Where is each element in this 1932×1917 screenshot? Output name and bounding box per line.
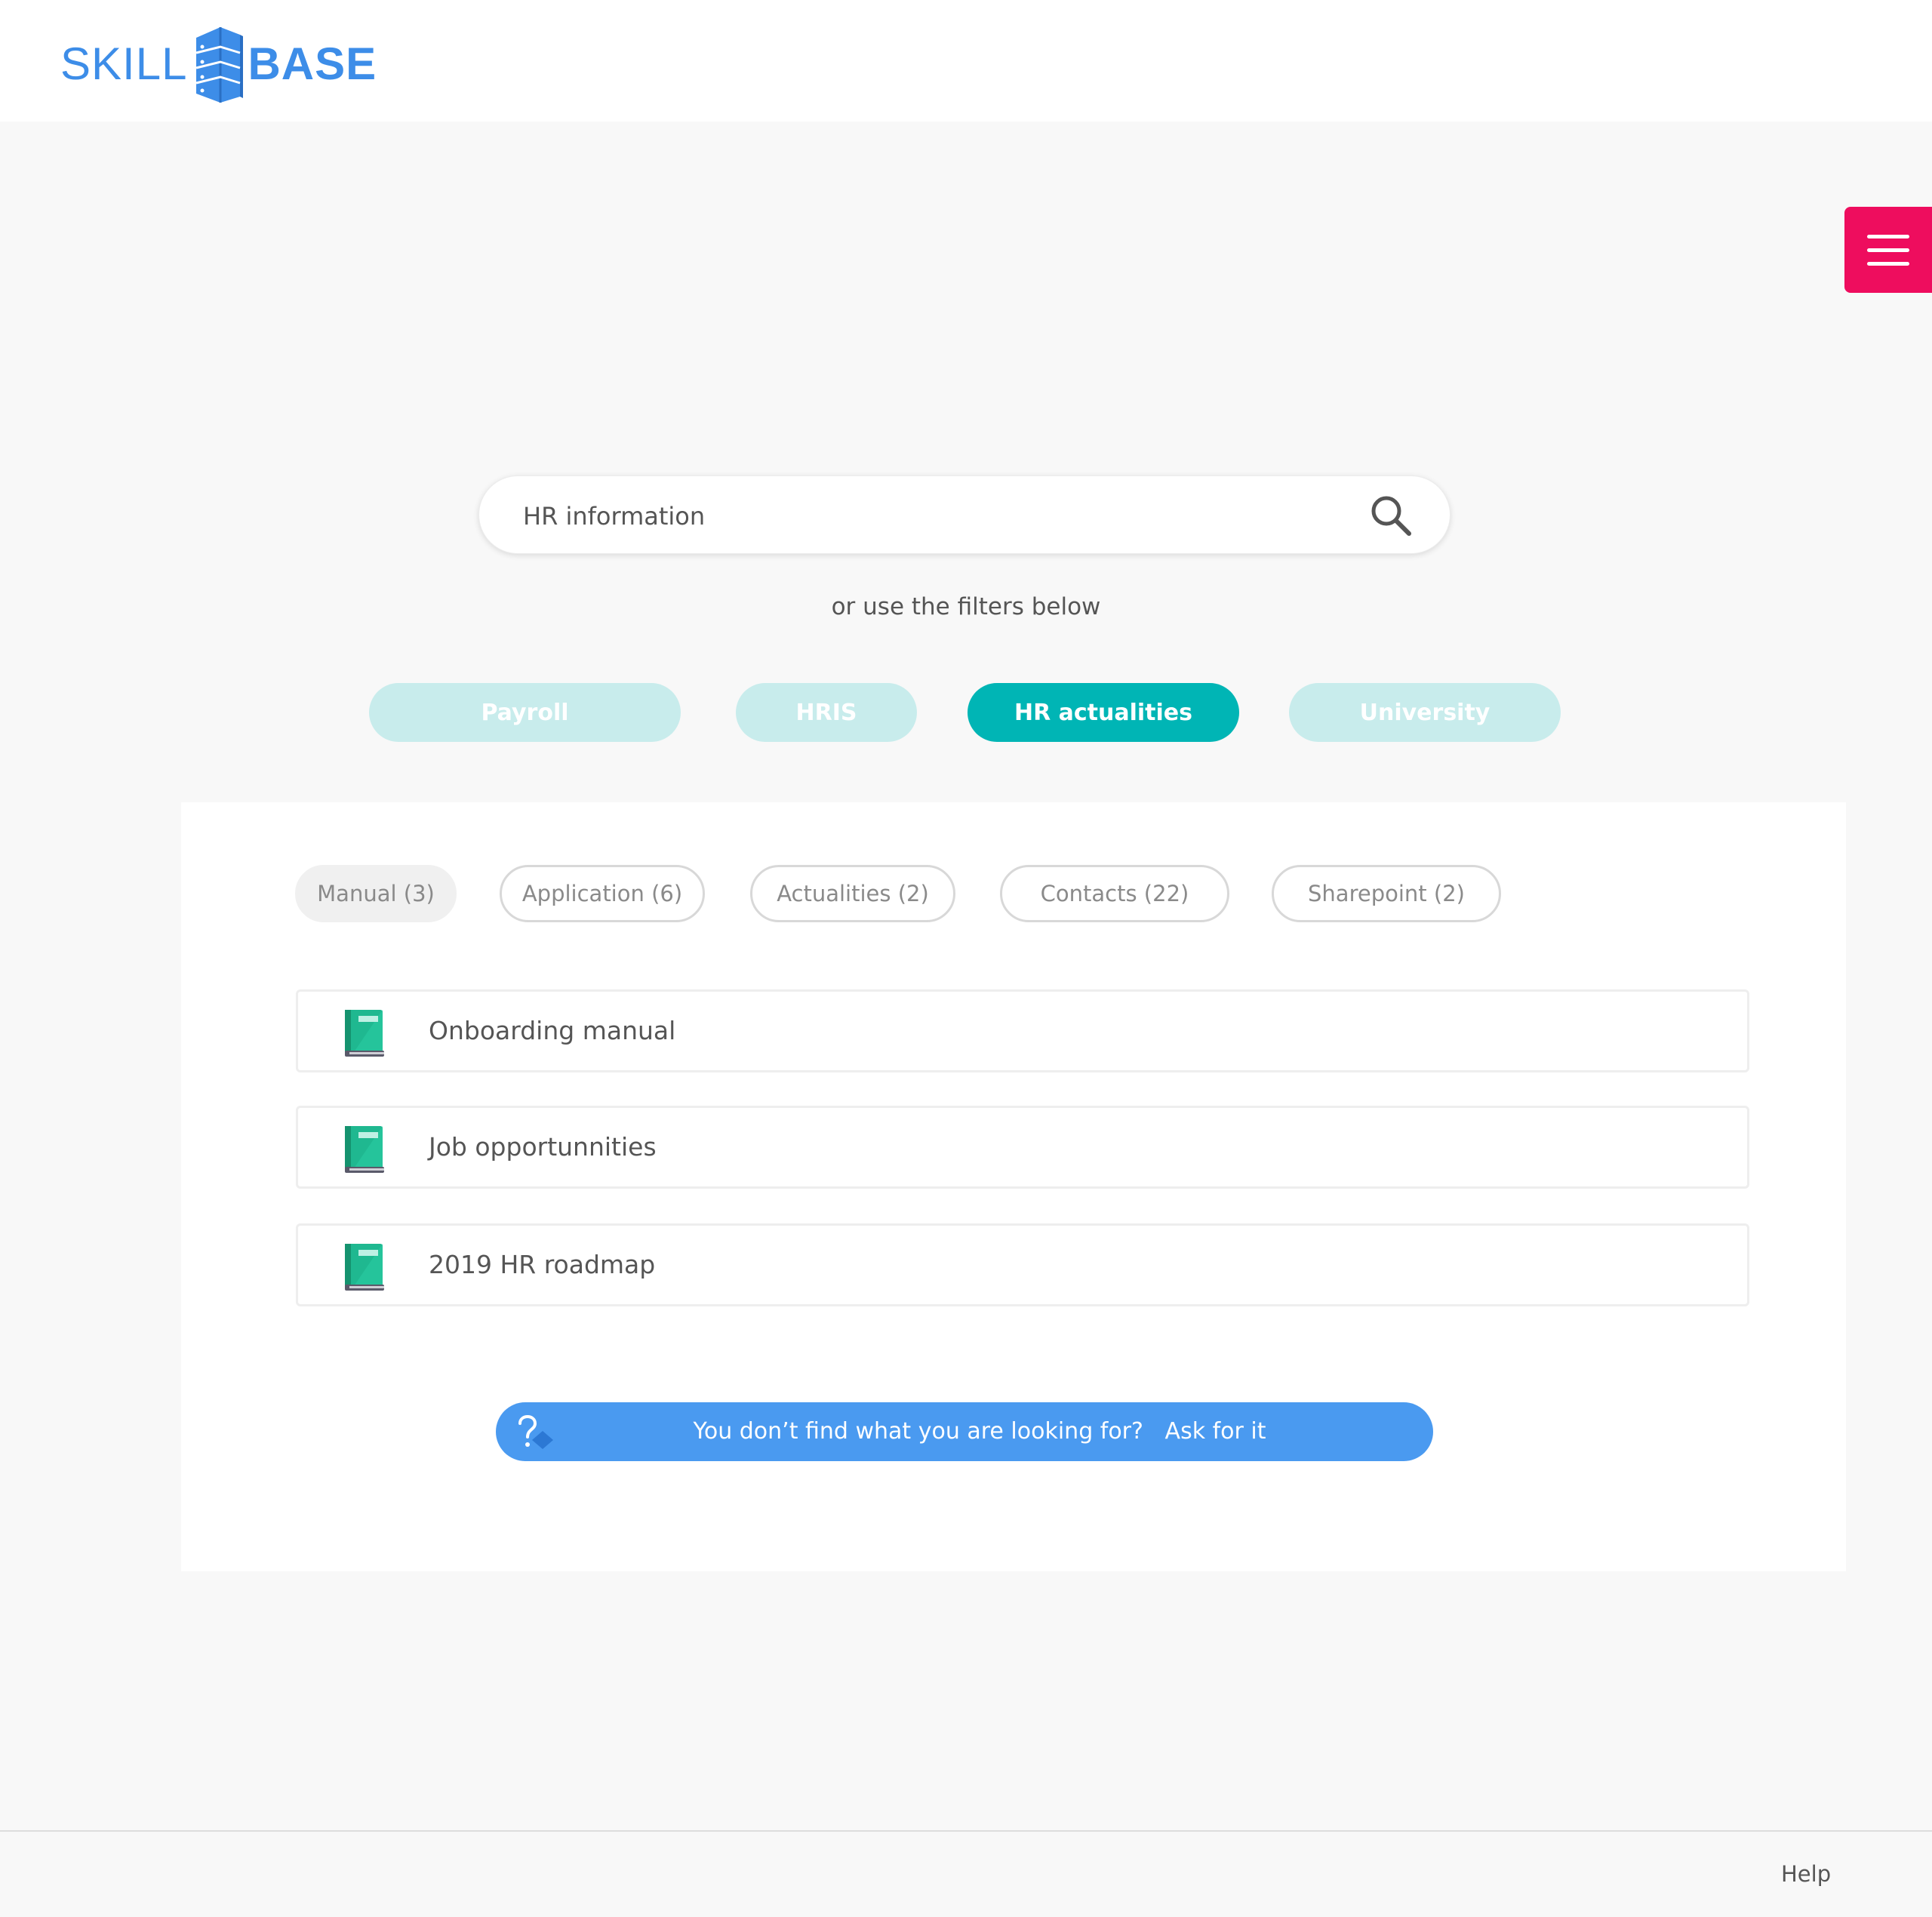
tab-application[interactable]: Application (6) <box>500 865 705 922</box>
menu-button[interactable] <box>1844 207 1932 293</box>
book-icon <box>345 1244 384 1291</box>
help-link[interactable]: Help <box>1781 1861 1831 1887</box>
ask-for-it-button[interactable]: You don’t find what you are looking for?… <box>496 1402 1433 1461</box>
tab-actualities[interactable]: Actualities (2) <box>750 865 955 922</box>
category-pill-hr-actualities[interactable]: HR actualities <box>968 683 1239 742</box>
result-item-onboarding-manual[interactable]: Onboarding manual <box>296 989 1749 1072</box>
result-label: Job opportunnities <box>429 1132 657 1162</box>
header: SKILL BASE <box>0 0 1932 122</box>
book-icon <box>345 1126 384 1173</box>
search-input[interactable] <box>521 494 1324 538</box>
search-icon[interactable] <box>1368 493 1414 538</box>
result-label: Onboarding manual <box>429 1016 676 1045</box>
category-pill-payroll[interactable]: Payroll <box>369 683 681 742</box>
result-label: 2019 HR roadmap <box>429 1250 656 1279</box>
tab-sharepoint[interactable]: Sharepoint (2) <box>1272 865 1501 922</box>
category-pill-hris[interactable]: HRIS <box>736 683 917 742</box>
search-box <box>478 475 1451 554</box>
book-icon <box>345 1010 384 1057</box>
server-stack-icon <box>196 27 244 103</box>
skillbase-logo[interactable]: SKILL BASE <box>60 24 377 103</box>
result-item-hr-roadmap[interactable]: 2019 HR roadmap <box>296 1223 1749 1306</box>
tab-manual[interactable]: Manual (3) <box>295 865 457 922</box>
logo-text-skill: SKILL <box>60 38 188 89</box>
category-pill-university[interactable]: University <box>1289 683 1561 742</box>
footer-divider <box>0 1830 1932 1832</box>
filters-hint: or use the filters below <box>831 593 1101 620</box>
result-item-job-opportunities[interactable]: Job opportunnities <box>296 1106 1749 1189</box>
ask-for-it-text: You don’t find what you are looking for?… <box>693 1418 1266 1445</box>
tab-contacts[interactable]: Contacts (22) <box>1000 865 1229 922</box>
logo-text-base: BASE <box>248 38 377 89</box>
